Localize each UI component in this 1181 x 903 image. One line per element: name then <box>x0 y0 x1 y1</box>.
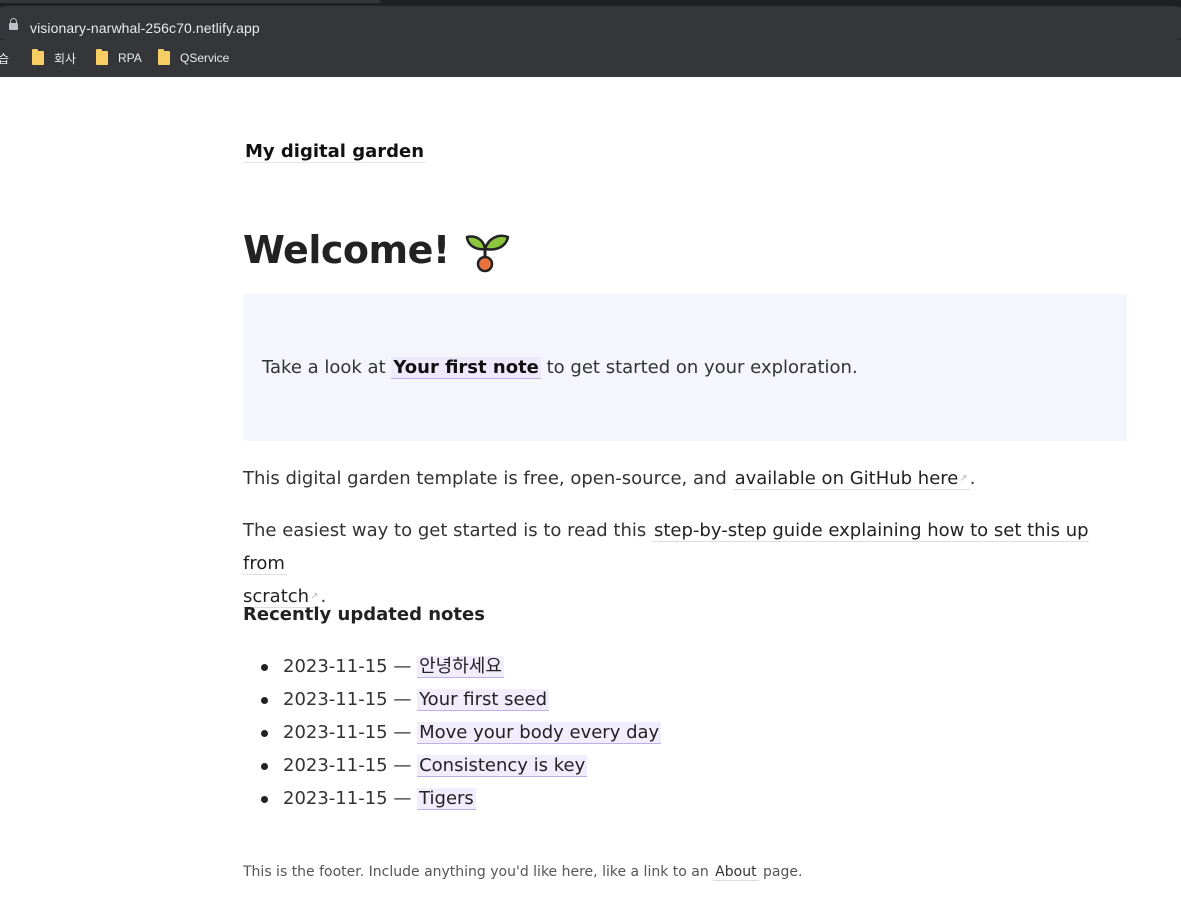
note-separator: — <box>393 788 412 809</box>
footer-text-after: page. <box>763 864 803 880</box>
bullet-icon <box>261 697 268 704</box>
page-footer: This is the footer. Include anything you… <box>243 864 803 881</box>
github-link-text: available on GitHub here <box>734 468 959 489</box>
callout-text-before: Take a look at <box>262 357 386 378</box>
recent-notes-heading: Recently updated notes <box>243 604 485 625</box>
intro-period: . <box>969 468 976 489</box>
bookmark-item[interactable]: 습 <box>0 50 9 66</box>
folder-icon <box>96 49 108 65</box>
note-separator: — <box>393 722 412 743</box>
guide-text: The easiest way to get started is to rea… <box>243 520 647 541</box>
bullet-icon <box>261 730 268 737</box>
folder-icon <box>158 49 170 65</box>
page-title: Welcome! <box>243 228 450 272</box>
bullet-icon <box>261 796 268 803</box>
external-link-icon: ↗ <box>310 591 319 602</box>
guide-paragraph: The easiest way to get started is to rea… <box>243 514 1103 613</box>
note-link[interactable]: 안녕하세요 <box>417 656 504 678</box>
bookmark-folder-qservice[interactable]: QService <box>158 49 230 66</box>
list-item: 2023-11-15 — Tigers <box>243 782 661 815</box>
callout-text-after: to get started on your exploration. <box>546 357 858 378</box>
list-item: 2023-11-15 — Move your body every day <box>243 716 662 749</box>
intro-paragraph: This digital garden template is free, op… <box>243 462 1103 495</box>
note-link[interactable]: Tigers <box>417 788 476 810</box>
note-link[interactable]: Move your body every day <box>417 722 662 744</box>
bookmark-label: RPA <box>118 51 142 65</box>
bullet-icon <box>261 763 268 770</box>
intro-text: This digital garden template is free, op… <box>243 468 727 489</box>
external-link-icon: ↗ <box>959 473 968 484</box>
active-tab-edge[interactable] <box>0 0 380 3</box>
note-link[interactable]: Consistency is key <box>417 755 588 777</box>
github-link[interactable]: available on GitHub here↗ <box>732 468 970 490</box>
list-item: 2023-11-15 — Consistency is key <box>243 749 661 782</box>
bookmark-folder-rpa[interactable]: RPA <box>96 49 142 66</box>
site-title-link[interactable]: My digital garden <box>243 141 427 163</box>
note-date: 2023-11-15 <box>283 689 388 710</box>
note-separator: — <box>393 656 412 677</box>
footer-text: This is the footer. Include anything you… <box>243 864 709 880</box>
note-date: 2023-11-15 <box>283 656 388 677</box>
bookmark-label: 회사 <box>54 51 77 66</box>
seedling-icon <box>465 234 509 273</box>
note-separator: — <box>393 689 412 710</box>
url-text[interactable]: visionary-narwhal-256c70.netlify.app <box>30 20 260 36</box>
bookmarks-bar: 습 회사 RPA QService <box>0 40 1181 77</box>
recent-notes-list: 2023-11-15 — 안녕하세요 2023-11-15 — Your fir… <box>243 650 662 815</box>
welcome-heading-row: Welcome! <box>243 227 510 273</box>
bookmark-label: 습 <box>0 51 10 66</box>
note-separator: — <box>393 755 412 776</box>
bullet-icon <box>261 664 268 671</box>
bookmark-label: QService <box>180 51 230 65</box>
note-date: 2023-11-15 <box>283 788 388 809</box>
note-date: 2023-11-15 <box>283 755 388 776</box>
about-link[interactable]: About <box>713 864 759 881</box>
callout-box: Take a look at Your first note to get st… <box>243 294 1127 441</box>
first-note-link[interactable]: Your first note <box>391 357 541 379</box>
list-item: 2023-11-15 — Your first seed <box>243 683 661 716</box>
bookmark-folder-company[interactable]: 회사 <box>32 49 77 66</box>
list-item: 2023-11-15 — 안녕하세요 <box>243 650 661 683</box>
address-bar[interactable]: visionary-narwhal-256c70.netlify.app <box>0 6 1181 40</box>
note-date: 2023-11-15 <box>283 722 388 743</box>
folder-icon <box>32 49 44 65</box>
lock-icon[interactable] <box>9 18 18 30</box>
note-link[interactable]: Your first seed <box>417 689 550 711</box>
callout-text: Take a look at Your first note to get st… <box>262 357 858 379</box>
